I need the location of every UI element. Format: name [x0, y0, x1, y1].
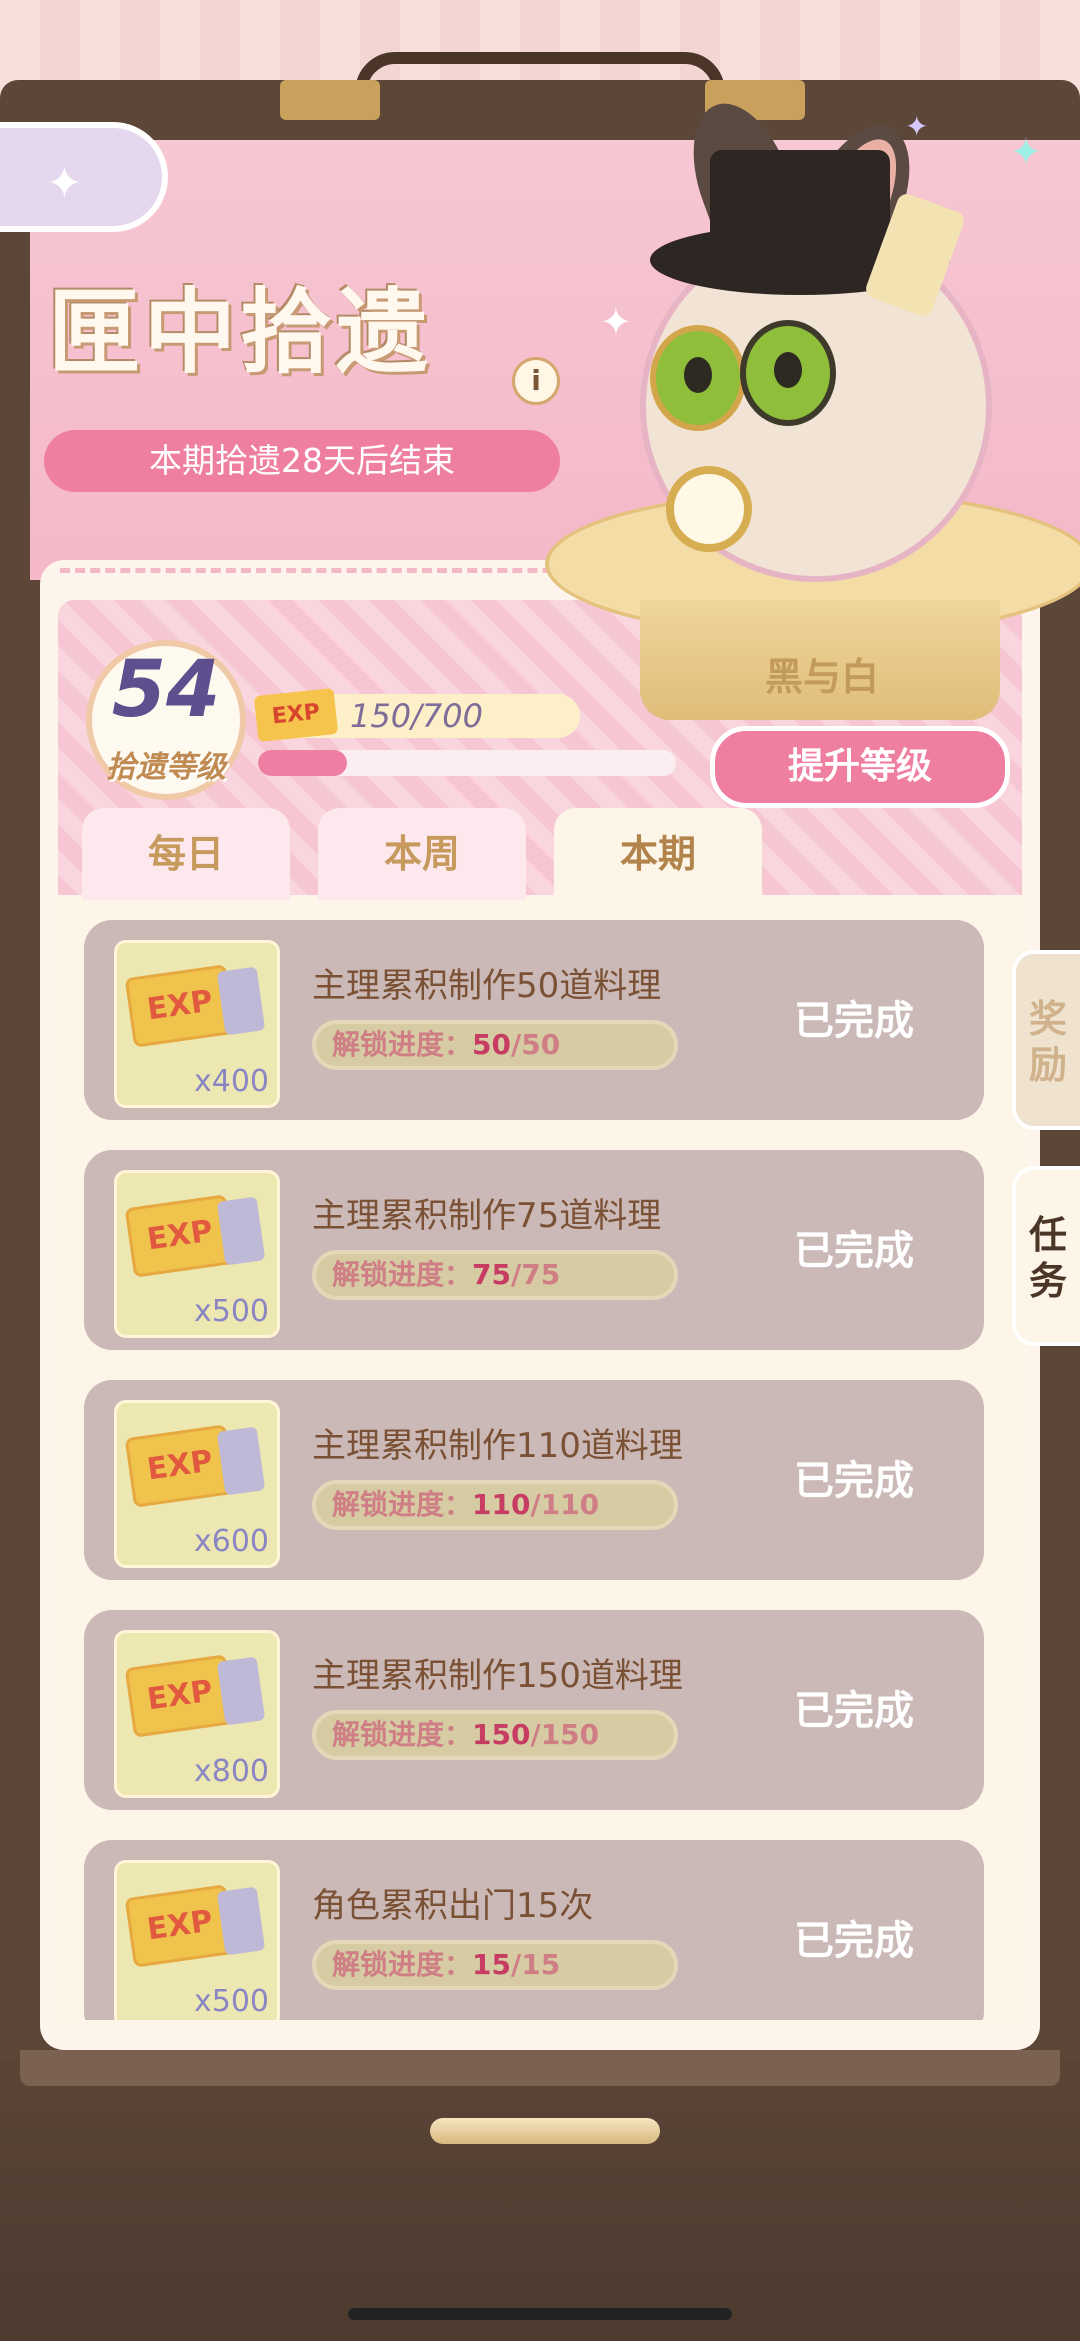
side-tab-label: 奖励: [1028, 997, 1067, 1087]
sparkle-icon: ✦: [1010, 130, 1042, 174]
reward-quantity: x500: [193, 1984, 269, 2019]
home-indicator[interactable]: [348, 2308, 732, 2320]
suitcase-bottom-handle: [430, 2118, 660, 2144]
task-status: 已完成: [794, 1918, 914, 1964]
task-progress: 解锁进度：75/75: [312, 1250, 678, 1300]
level-up-button[interactable]: 提升等级: [710, 726, 1010, 808]
info-icon[interactable]: i: [512, 357, 560, 405]
exp-progress-fill: [258, 750, 348, 776]
ticket-stub: [216, 1426, 266, 1496]
task-title: 主理累积制作150道料理: [312, 1656, 683, 1696]
task-progress: 解锁进度：150/150: [312, 1710, 678, 1760]
task-title: 主理累积制作50道料理: [312, 966, 662, 1006]
task-title: 角色累积出门15次: [312, 1886, 594, 1926]
suitcase-clasp-left: [280, 80, 380, 120]
suitcase-rail: [20, 2050, 1060, 2086]
task-status: 已完成: [794, 998, 914, 1044]
progress-text: 解锁进度：50/50: [332, 1028, 561, 1061]
sparkle-icon: ✦: [905, 110, 929, 143]
progress-text: 解锁进度：15/15: [332, 1948, 561, 1981]
exp-reward-item[interactable]: EXP x500: [114, 1170, 280, 1338]
reward-quantity: x500: [193, 1294, 269, 1329]
suitcase-bottom: [0, 2060, 1080, 2341]
character-eye-left: [650, 325, 746, 431]
sparkle-icon: ✦: [600, 300, 632, 344]
suitcase-handle: [355, 52, 725, 112]
character-eye-right: [740, 320, 836, 426]
task-card[interactable]: EXP x800 主理累积制作150道料理 解锁进度：150/150 已完成: [84, 1610, 984, 1810]
character-name: 黑与白: [764, 655, 879, 699]
tab-period[interactable]: 本期: [554, 808, 762, 900]
progress-text: 解锁进度：75/75: [332, 1258, 561, 1291]
side-tab-label: 任务: [1028, 1213, 1067, 1303]
ticket-stub: [216, 1656, 266, 1726]
task-title: 主理累积制作110道料理: [312, 1426, 683, 1466]
progress-text: 解锁进度：150/150: [332, 1718, 600, 1751]
side-tab-tasks[interactable]: 任务: [1012, 1166, 1080, 1346]
task-status: 已完成: [794, 1458, 914, 1504]
progress-text: 解锁进度：110/110: [332, 1488, 600, 1521]
exp-progress-bar: [258, 750, 676, 776]
reward-quantity: x600: [193, 1524, 269, 1559]
task-progress: 解锁进度：15/15: [312, 1940, 678, 1990]
task-status: 已完成: [794, 1228, 914, 1274]
task-list[interactable]: EXP x400 主理累积制作50道料理 解锁进度：50/50 已完成 EXP …: [84, 920, 984, 2020]
period-remaining-badge: 本期拾遗28天后结束: [44, 430, 560, 492]
back-arrow-icon: ✦: [46, 158, 83, 209]
exp-reward-item[interactable]: EXP x400: [114, 940, 280, 1108]
task-title: 主理累积制作75道料理: [312, 1196, 662, 1236]
tab-daily[interactable]: 每日: [82, 808, 290, 900]
exp-ticket-icon: EXP: [253, 687, 339, 743]
exp-progress-text: 150/700: [350, 697, 483, 735]
reward-quantity: x800: [193, 1754, 269, 1789]
task-status: 已完成: [794, 1688, 914, 1734]
exp-reward-item[interactable]: EXP x800: [114, 1630, 280, 1798]
level-number: 54: [111, 645, 221, 735]
task-card[interactable]: EXP x600 主理累积制作110道料理 解锁进度：110/110 已完成: [84, 1380, 984, 1580]
reward-quantity: x400: [193, 1064, 269, 1099]
exp-reward-item[interactable]: EXP x500: [114, 1860, 280, 2020]
task-card[interactable]: EXP x500 角色累积出门15次 解锁进度：15/15 已完成: [84, 1840, 984, 2020]
task-progress: 解锁进度：110/110: [312, 1480, 678, 1530]
tab-weekly[interactable]: 本周: [318, 808, 526, 900]
ticket-stub: [216, 966, 266, 1036]
task-card[interactable]: EXP x500 主理累积制作75道料理 解锁进度：75/75 已完成: [84, 1150, 984, 1350]
exp-reward-item[interactable]: EXP x600: [114, 1400, 280, 1568]
task-card[interactable]: EXP x400 主理累积制作50道料理 解锁进度：50/50 已完成: [84, 920, 984, 1120]
pocket-watch-icon: [666, 466, 752, 552]
side-tab-rewards[interactable]: 奖励: [1012, 950, 1080, 1130]
level-label: 拾遗等级: [106, 750, 226, 785]
ticket-stub: [216, 1886, 266, 1956]
ticket-stub: [216, 1196, 266, 1266]
page-title: 匣中拾遗: [48, 279, 433, 386]
back-button[interactable]: ✦: [0, 122, 168, 232]
task-progress: 解锁进度：50/50: [312, 1020, 678, 1070]
